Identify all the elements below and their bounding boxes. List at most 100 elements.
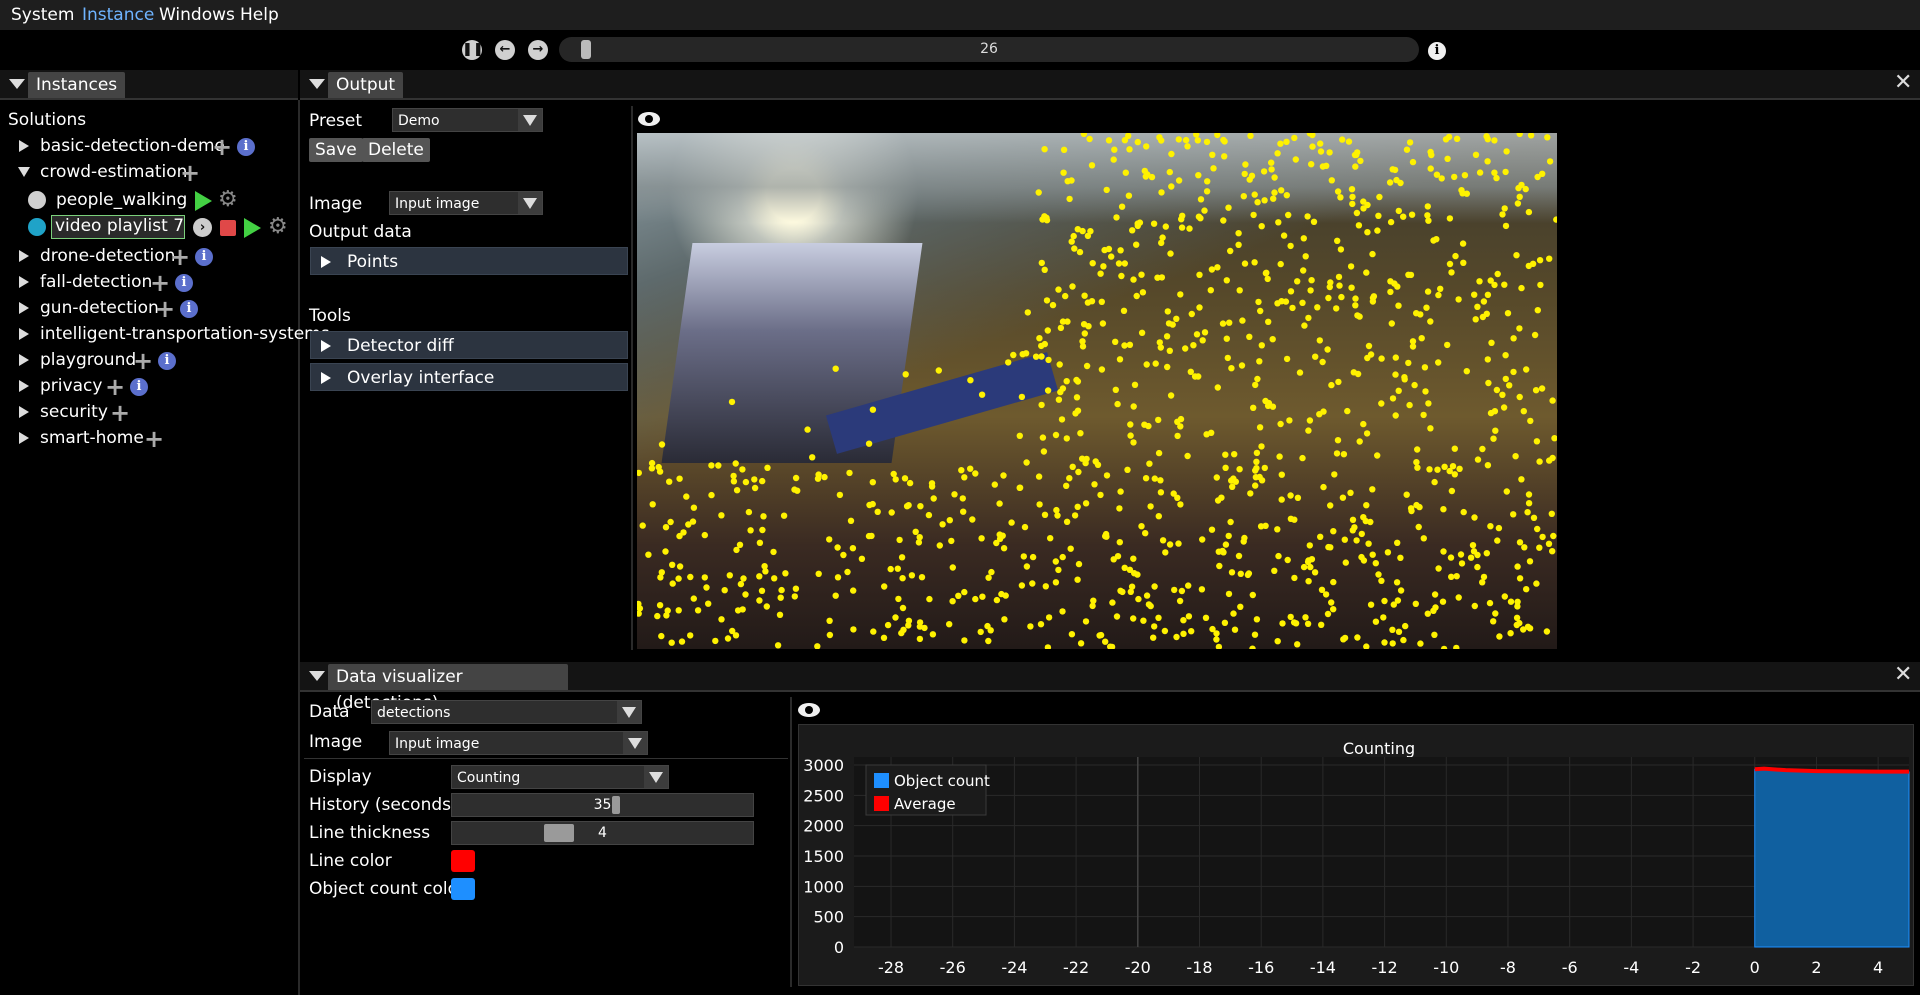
overlay-section[interactable]: Overlay interface	[310, 363, 628, 391]
expand-icon[interactable]	[321, 340, 331, 352]
expand-icon[interactable]	[19, 432, 29, 444]
tab-data-visualizer[interactable]: Data visualizer (detections)	[328, 664, 568, 713]
solution-security[interactable]: security	[40, 402, 108, 422]
chevron-down-icon[interactable]	[617, 701, 641, 723]
add-icon[interactable]: +	[212, 135, 232, 159]
solution-drone-detection[interactable]: drone-detection	[40, 246, 175, 266]
info-icon[interactable]: i	[130, 378, 148, 396]
eye-icon[interactable]	[798, 703, 820, 717]
detection-point	[649, 501, 656, 508]
splitter[interactable]	[790, 697, 792, 987]
history-slider[interactable]: 35	[451, 793, 754, 817]
expand-icon[interactable]	[19, 328, 29, 340]
collapse-icon[interactable]	[9, 79, 25, 89]
detection-point	[1384, 549, 1392, 556]
info-icon[interactable]: i	[175, 274, 193, 292]
splitter[interactable]	[631, 106, 633, 650]
solution-basic-detection-demo[interactable]: basic-detection-demo	[40, 136, 225, 156]
solution-gun-detection[interactable]: gun-detection	[40, 298, 159, 318]
chevron-down-icon[interactable]	[518, 192, 542, 214]
detection-point	[1414, 446, 1421, 453]
chevron-down-icon[interactable]	[644, 766, 668, 788]
pause-icon[interactable]: ❚❚	[462, 40, 484, 60]
legend-swatch	[874, 796, 889, 811]
tab-instances[interactable]: Instances	[28, 72, 126, 98]
solution-crowd-estimation[interactable]: crowd-estimation	[40, 162, 187, 182]
menu-help[interactable]: Help	[240, 5, 279, 25]
expand-icon[interactable]	[19, 302, 29, 314]
expand-icon[interactable]	[19, 140, 29, 152]
image-select[interactable]: Input image	[389, 191, 543, 215]
display-select[interactable]: Counting	[451, 765, 669, 789]
back-icon[interactable]: ←	[495, 40, 515, 60]
line-color-swatch[interactable]	[451, 850, 475, 872]
next-icon[interactable]: ›	[193, 218, 212, 237]
add-icon[interactable]: +	[150, 271, 170, 295]
add-icon[interactable]: +	[105, 375, 125, 399]
add-icon[interactable]: +	[155, 297, 175, 321]
expand-icon[interactable]	[321, 256, 331, 268]
solution-privacy[interactable]: privacy	[40, 376, 102, 396]
detection-point	[1102, 638, 1109, 645]
menu-system[interactable]: System	[11, 5, 74, 25]
preset-select[interactable]: Demo	[392, 108, 543, 132]
play-icon[interactable]	[244, 218, 261, 238]
detection-point	[1240, 538, 1247, 545]
instance-video-playlist[interactable]: video playlist 720p	[51, 215, 185, 239]
info-icon[interactable]: i	[195, 248, 213, 266]
detection-point	[1159, 234, 1166, 241]
expand-icon[interactable]	[19, 250, 29, 262]
add-icon[interactable]: +	[110, 401, 130, 425]
delete-button[interactable]: Delete	[362, 138, 430, 162]
eye-icon[interactable]	[638, 112, 660, 126]
instance-people-walking[interactable]: people_walking	[56, 190, 187, 210]
forward-icon[interactable]: →	[528, 40, 548, 60]
expand-icon[interactable]	[19, 276, 29, 288]
add-icon[interactable]: +	[133, 349, 153, 373]
chevron-down-icon[interactable]	[623, 732, 647, 754]
solution-smart-home[interactable]: smart-home	[40, 428, 144, 448]
info-icon[interactable]: i	[1428, 42, 1446, 60]
collapse-icon[interactable]	[309, 671, 325, 681]
collapse-icon[interactable]	[18, 167, 30, 177]
info-icon[interactable]: i	[237, 138, 255, 156]
expand-icon[interactable]	[321, 372, 331, 384]
menu-instance[interactable]: Instance	[82, 5, 154, 25]
play-icon[interactable]	[195, 191, 212, 211]
detector-diff-section[interactable]: Detector diff	[310, 331, 628, 359]
add-icon[interactable]: +	[144, 427, 164, 451]
detection-point	[733, 546, 740, 554]
expand-icon[interactable]	[19, 406, 29, 418]
detection-point	[1486, 599, 1494, 607]
stop-icon[interactable]	[220, 220, 236, 236]
menu-windows[interactable]: Windows	[159, 5, 235, 25]
expand-icon[interactable]	[19, 354, 29, 366]
expand-icon[interactable]	[19, 380, 29, 392]
collapse-icon[interactable]	[309, 79, 325, 89]
add-icon[interactable]: +	[180, 161, 200, 185]
save-button[interactable]: Save	[309, 138, 363, 162]
detection-point	[1196, 271, 1203, 278]
solution-fall-detection[interactable]: fall-detection	[40, 272, 152, 292]
chevron-down-icon[interactable]	[518, 109, 542, 131]
close-icon[interactable]: ✕	[1894, 664, 1912, 686]
solution-intelligent-transportation-systems[interactable]: intelligent-transportation-systems	[40, 324, 330, 344]
detection-point	[1515, 184, 1522, 192]
detection-point	[1300, 563, 1308, 571]
gear-icon[interactable]: ⚙	[218, 189, 238, 211]
solution-playground[interactable]: playground	[40, 350, 136, 370]
preset-label: Preset	[309, 111, 363, 131]
data-select[interactable]: detections	[371, 700, 642, 724]
object-count-color-swatch[interactable]	[451, 878, 475, 900]
gear-icon[interactable]: ⚙	[268, 216, 288, 238]
thickness-slider[interactable]: 4	[451, 821, 754, 845]
info-icon[interactable]: i	[180, 300, 198, 318]
history-slider-handle[interactable]	[612, 796, 620, 814]
detection-point	[948, 537, 955, 545]
vis-image-select[interactable]: Input image	[389, 731, 648, 755]
tab-output[interactable]: Output	[328, 72, 404, 98]
add-icon[interactable]: +	[170, 245, 190, 269]
points-section[interactable]: Points	[310, 247, 628, 275]
info-icon[interactable]: i	[158, 352, 176, 370]
close-icon[interactable]: ✕	[1894, 72, 1912, 94]
